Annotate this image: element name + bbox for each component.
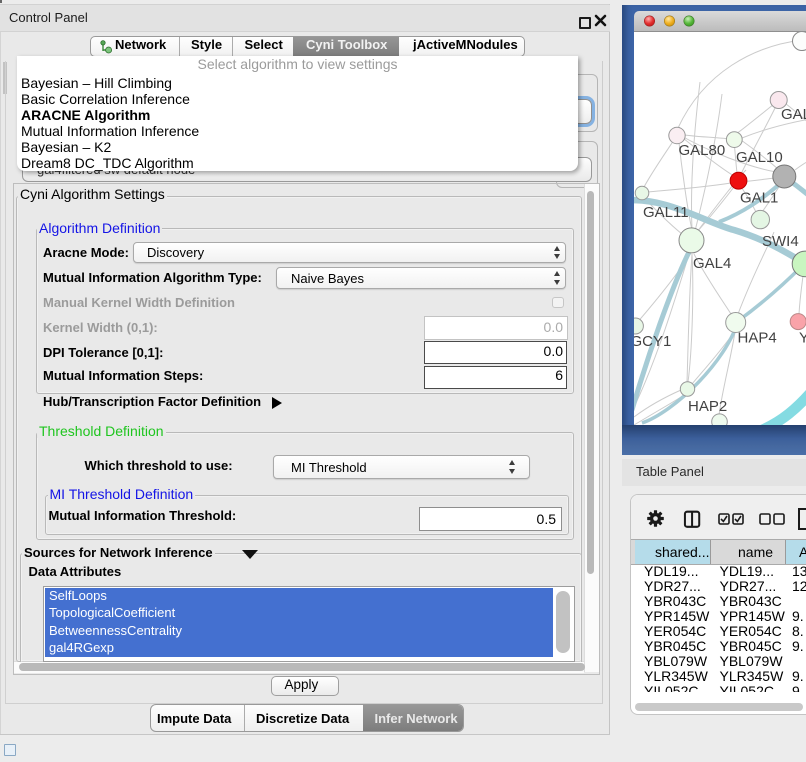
svg-text:GAL11: GAL11 xyxy=(643,204,689,221)
svg-text:GAL80: GAL80 xyxy=(679,142,726,159)
svg-text:GAL10: GAL10 xyxy=(736,149,783,166)
svg-text:HAP2: HAP2 xyxy=(688,398,727,415)
svg-text:GCY1: GCY1 xyxy=(634,333,671,350)
svg-text:HAP4: HAP4 xyxy=(738,330,777,347)
svg-text:GAL4: GAL4 xyxy=(693,255,731,272)
svg-text:GAL1: GAL1 xyxy=(740,190,778,207)
svg-text:GAL2: GAL2 xyxy=(781,106,806,123)
svg-text:Y: Y xyxy=(799,330,806,347)
svg-text:SWI4: SWI4 xyxy=(762,233,799,250)
